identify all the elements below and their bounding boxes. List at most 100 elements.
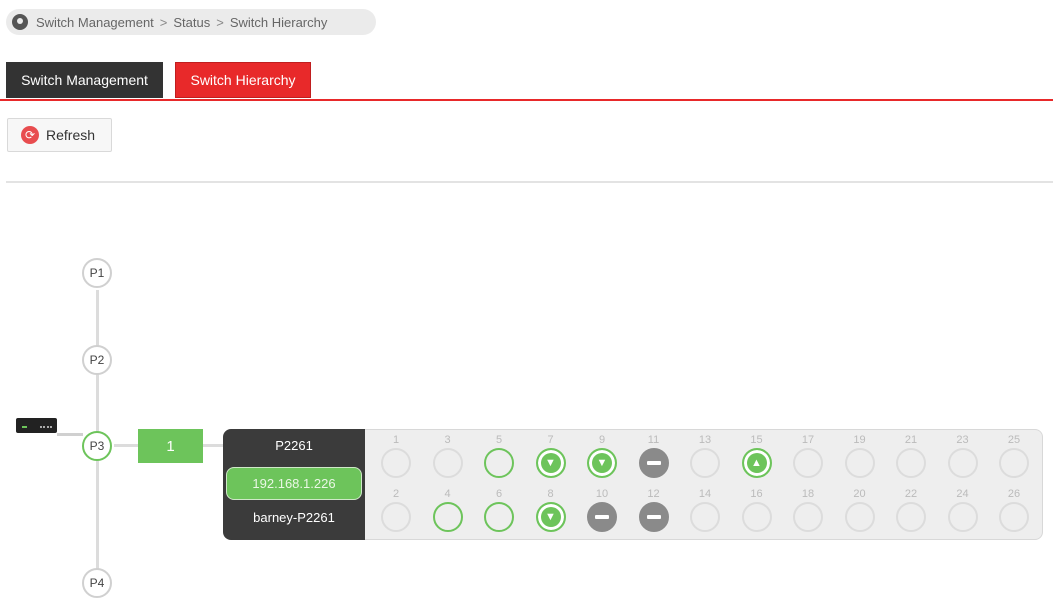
- switch-port[interactable]: 18: [791, 488, 825, 534]
- switch-port[interactable]: 12: [637, 488, 671, 534]
- switch-info: P2261 192.168.1.226 barney-P2261: [223, 429, 365, 540]
- port-status-indicator: [844, 448, 875, 478]
- tab-switch-management[interactable]: Switch Management: [6, 62, 163, 98]
- refresh-label: Refresh: [46, 127, 96, 143]
- blocked-icon: [638, 502, 669, 532]
- port-number: 16: [750, 488, 763, 500]
- port-number: 5: [495, 434, 503, 446]
- hierarchy-trunk-line: [96, 290, 99, 570]
- port-number: 2: [392, 488, 400, 500]
- port-number: 19: [853, 434, 866, 446]
- port-status-indicator: [999, 502, 1029, 532]
- switch-port[interactable]: 2: [379, 488, 413, 534]
- port-grid: 1 3 5 7 ▼ 9 ▼ 11 13 15 ▲ 17 19 21 23 25 2 4 6 8 ▼ 10 12 14 16 18 2…: [365, 429, 1043, 540]
- port-number: 4: [444, 488, 451, 500]
- port-number: 7: [547, 434, 554, 446]
- switch-ip-link[interactable]: 192.168.1.226: [226, 467, 362, 500]
- link-count-badge[interactable]: 1: [138, 429, 203, 463]
- switch-port[interactable]: 26: [997, 488, 1031, 534]
- port-status-indicator: [947, 502, 978, 532]
- blocked-icon: [638, 448, 669, 478]
- port-status-indicator: [793, 448, 823, 478]
- breadcrumb-separator: >: [159, 14, 168, 30]
- switch-port[interactable]: 11: [637, 434, 671, 480]
- switch-port[interactable]: 6: [482, 488, 516, 534]
- port-status-indicator: [432, 448, 463, 478]
- link-line: [203, 444, 223, 447]
- switch-port[interactable]: 8 ▼: [534, 488, 568, 534]
- switch-port[interactable]: 25: [997, 434, 1031, 480]
- switch-port[interactable]: 7 ▼: [534, 434, 568, 480]
- port-number: 6: [495, 488, 503, 500]
- switch-port[interactable]: 10: [585, 488, 619, 534]
- device-link-line: [57, 433, 83, 436]
- port-number: 15: [750, 434, 763, 446]
- switch-port[interactable]: 20: [843, 488, 877, 534]
- port-number: 12: [647, 488, 660, 500]
- switch-port[interactable]: 5: [482, 434, 516, 480]
- port-status-indicator: [484, 448, 514, 478]
- breadcrumb-item[interactable]: Status: [173, 15, 210, 30]
- port-status-indicator: [741, 502, 772, 532]
- port-node-p1[interactable]: P1: [82, 258, 112, 288]
- link-down-icon: ▼: [535, 448, 566, 478]
- port-status-indicator: [844, 502, 875, 532]
- port-number: 20: [853, 488, 866, 500]
- port-number: 14: [698, 488, 712, 500]
- switch-port[interactable]: 14: [688, 488, 722, 534]
- switch-port[interactable]: 3: [431, 434, 465, 480]
- port-status-indicator: [896, 502, 926, 532]
- switch-device-icon: [16, 418, 57, 433]
- switch-port[interactable]: 16: [740, 488, 774, 534]
- port-number: 26: [1007, 488, 1021, 500]
- breadcrumb-item[interactable]: Switch Management: [36, 15, 154, 30]
- refresh-icon: ⟳: [21, 126, 39, 144]
- link-down-icon: ▼: [587, 448, 617, 478]
- port-number: 22: [904, 488, 918, 500]
- blocked-icon: [587, 502, 617, 532]
- refresh-button[interactable]: ⟳ Refresh: [7, 118, 112, 152]
- port-status-indicator: [381, 502, 411, 532]
- port-number: 11: [647, 434, 660, 446]
- port-number: 18: [801, 488, 815, 500]
- port-status-indicator: [947, 448, 978, 478]
- breadcrumb-separator: >: [216, 14, 224, 30]
- tab-switch-hierarchy[interactable]: Switch Hierarchy: [175, 62, 311, 98]
- switch-port[interactable]: 15 ▲: [740, 434, 774, 480]
- switch-port[interactable]: 13: [688, 434, 722, 480]
- port-node-p4[interactable]: P4: [82, 568, 112, 598]
- switch-port[interactable]: 23: [946, 434, 980, 480]
- location-pin-icon: [12, 14, 28, 30]
- switch-model: P2261: [275, 438, 313, 453]
- port-number: 17: [801, 434, 815, 446]
- port-status-indicator: [690, 448, 720, 478]
- switch-port[interactable]: 9 ▼: [585, 434, 619, 480]
- port-node-p2[interactable]: P2: [82, 345, 112, 375]
- port-status-indicator: [690, 502, 720, 532]
- port-status-indicator: [432, 502, 463, 532]
- switch-port[interactable]: 17: [791, 434, 825, 480]
- port-node-p3[interactable]: P3: [82, 431, 112, 461]
- tab-bar: Switch Management Switch Hierarchy: [0, 62, 1053, 102]
- switch-port[interactable]: 24: [946, 488, 980, 534]
- port-status-indicator: [484, 502, 514, 532]
- switch-port[interactable]: 1: [379, 434, 413, 480]
- port-status-indicator: [999, 448, 1029, 478]
- link-down-icon: ▼: [535, 502, 566, 532]
- switch-port[interactable]: 22: [894, 488, 928, 534]
- switch-panel: P2261 192.168.1.226 barney-P2261 1 3 5 7 ▼ 9 ▼…: [223, 429, 1043, 540]
- port-status-indicator: [896, 448, 926, 478]
- port-status-indicator: [793, 502, 823, 532]
- port-number: 1: [392, 434, 400, 446]
- port-number: 23: [956, 434, 969, 446]
- divider: [6, 181, 1053, 183]
- port-number: 21: [904, 434, 918, 446]
- port-number: 25: [1007, 434, 1021, 446]
- switch-port[interactable]: 21: [894, 434, 928, 480]
- port-number: 10: [595, 488, 609, 500]
- switch-port[interactable]: 4: [431, 488, 465, 534]
- breadcrumb-item: Switch Hierarchy: [229, 14, 328, 30]
- port-number: 13: [698, 434, 712, 446]
- port-status-indicator: [381, 448, 411, 478]
- switch-port[interactable]: 19: [843, 434, 877, 480]
